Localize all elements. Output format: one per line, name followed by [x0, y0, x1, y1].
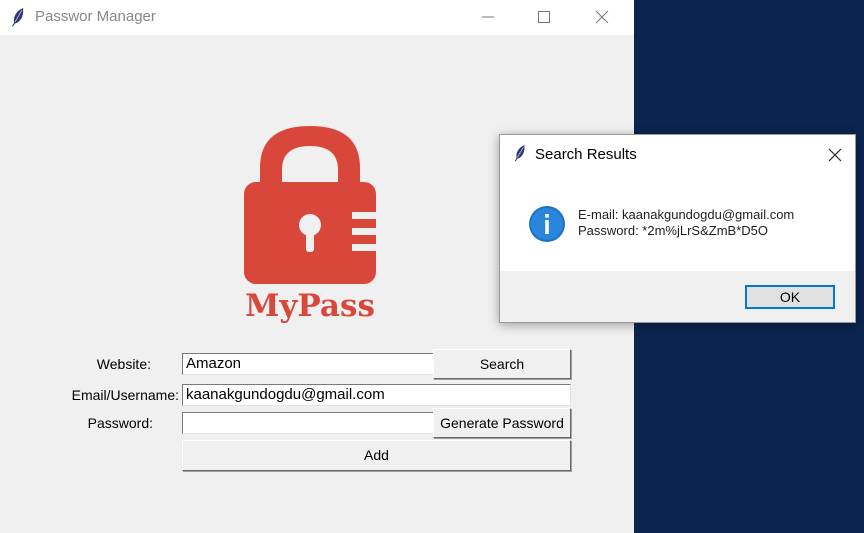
website-input[interactable]: Amazon — [182, 353, 434, 375]
dialog-message-area: Search Results E-mail: kaanakgundogdu@gm… — [500, 135, 855, 271]
feather-icon — [10, 7, 26, 27]
add-button[interactable]: Add — [182, 440, 571, 471]
close-button[interactable] — [580, 0, 626, 35]
dialog-close-button[interactable] — [820, 145, 850, 165]
website-label: Website: — [96, 356, 151, 372]
dialog-title: Search Results — [535, 146, 637, 163]
minimize-button[interactable] — [466, 0, 512, 35]
search-button[interactable]: Search — [433, 349, 571, 379]
email-input[interactable]: kaanakgundogdu@gmail.com — [182, 384, 571, 406]
title-bar[interactable]: Passwor Manager — [0, 0, 634, 35]
logo-text: MyPass — [245, 288, 375, 324]
mypass-logo: MyPass — [236, 120, 384, 330]
email-label: Email/Username: — [71, 387, 179, 403]
password-input[interactable] — [182, 412, 434, 434]
window-title: Passwor Manager — [35, 8, 156, 25]
ok-button[interactable]: OK — [745, 285, 835, 309]
dialog-email-line: E-mail: kaanakgundogdu@gmail.com — [578, 207, 795, 222]
dialog-password-line: Password: *2m%jLrS&ZmB*D5O — [578, 223, 768, 238]
password-label: Password: — [87, 415, 153, 431]
maximize-button[interactable] — [522, 0, 568, 35]
search-results-dialog: Search Results E-mail: kaanakgundogdu@gm… — [499, 134, 856, 323]
dialog-message: E-mail: kaanakgundogdu@gmail.com Passwor… — [578, 207, 794, 239]
generate-password-button[interactable]: Generate Password — [433, 408, 571, 438]
info-icon — [528, 205, 566, 243]
feather-icon — [513, 144, 527, 162]
lock-shackle — [260, 126, 360, 190]
